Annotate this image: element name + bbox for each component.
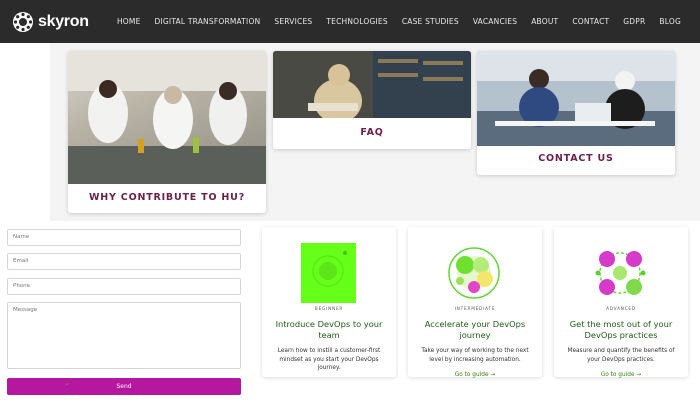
students-photo-illustration bbox=[477, 51, 675, 146]
card-caption: FAQ bbox=[360, 127, 384, 138]
top-navigation-bar: skyron HOME DIGITAL TRANSFORMATION SERVI… bbox=[0, 0, 700, 43]
phone-field[interactable]: Phone bbox=[7, 278, 241, 295]
send-button[interactable]: Send bbox=[7, 378, 241, 395]
go-to-guide-link[interactable]: Go to guide → bbox=[408, 372, 542, 378]
library-student-photo bbox=[273, 51, 471, 123]
laboratory-students-photo bbox=[68, 51, 266, 184]
chevron-down-icon[interactable]: ⌄ bbox=[62, 379, 72, 389]
guide-level: ADVANCED bbox=[606, 306, 636, 311]
nav-case-studies[interactable]: CASE STUDIES bbox=[395, 17, 466, 26]
name-field[interactable]: Name bbox=[7, 229, 241, 246]
beginner-graphic-icon bbox=[301, 243, 356, 303]
skyron-logo-icon bbox=[13, 12, 33, 32]
main-nav: HOME DIGITAL TRANSFORMATION SERVICES TEC… bbox=[110, 0, 688, 43]
card-caption: WHY CONTRIBUTE TO HU? bbox=[88, 192, 245, 203]
guide-level: INTERMEDIATE bbox=[454, 306, 496, 311]
guide-title: Get the most out of your DevOps practice… bbox=[569, 319, 673, 340]
email-field[interactable]: Email bbox=[7, 253, 241, 270]
guide-description: Learn how to instill a customer-first mi… bbox=[277, 348, 381, 371]
lab-photo-illustration bbox=[68, 51, 266, 184]
guide-title: Accelerate your DevOps journey bbox=[424, 319, 526, 340]
go-to-guide-link[interactable]: Go to guide → bbox=[554, 372, 688, 378]
guide-description: Take your way of working to the next lev… bbox=[421, 348, 529, 363]
students-at-laptop-photo bbox=[477, 51, 675, 146]
advanced-graphic-icon bbox=[595, 251, 646, 295]
library-photo-illustration bbox=[273, 51, 471, 123]
nav-home[interactable]: HOME bbox=[110, 17, 148, 26]
brand-name: skyron bbox=[38, 13, 89, 30]
nav-contact[interactable]: CONTACT bbox=[565, 17, 616, 26]
nav-services[interactable]: SERVICES bbox=[267, 17, 319, 26]
nav-digital-transformation[interactable]: DIGITAL TRANSFORMATION bbox=[148, 17, 268, 26]
logo[interactable]: skyron bbox=[12, 10, 89, 34]
nav-vacancies[interactable]: VACANCIES bbox=[466, 17, 524, 26]
intermediate-graphic-icon bbox=[448, 247, 500, 299]
guide-card-beginner[interactable]: BEGINNER Introduce DevOps to your team L… bbox=[262, 227, 396, 377]
nav-about[interactable]: ABOUT bbox=[524, 17, 565, 26]
guide-card-advanced[interactable]: ADVANCED Get the most out of your DevOps… bbox=[554, 227, 688, 378]
guide-card-intermediate[interactable]: INTERMEDIATE Accelerate your DevOps jour… bbox=[408, 227, 542, 378]
faq-card[interactable]: FAQ bbox=[273, 51, 471, 149]
nav-blog[interactable]: BLOG bbox=[652, 17, 688, 26]
contact-us-card[interactable]: CONTACT US bbox=[477, 51, 675, 175]
card-caption: CONTACT US bbox=[538, 153, 614, 164]
why-contribute-card[interactable]: WHY CONTRIBUTE TO HU? bbox=[68, 51, 266, 213]
nav-technologies[interactable]: TECHNOLOGIES bbox=[319, 17, 394, 26]
guide-level: BEGINNER bbox=[314, 306, 344, 311]
guide-description: Measure and quantify the benefits of you… bbox=[567, 348, 675, 363]
guide-title: Introduce DevOps to your team bbox=[275, 319, 383, 340]
message-field[interactable]: Message bbox=[7, 302, 241, 369]
nav-gdpr[interactable]: GDPR bbox=[616, 17, 652, 26]
